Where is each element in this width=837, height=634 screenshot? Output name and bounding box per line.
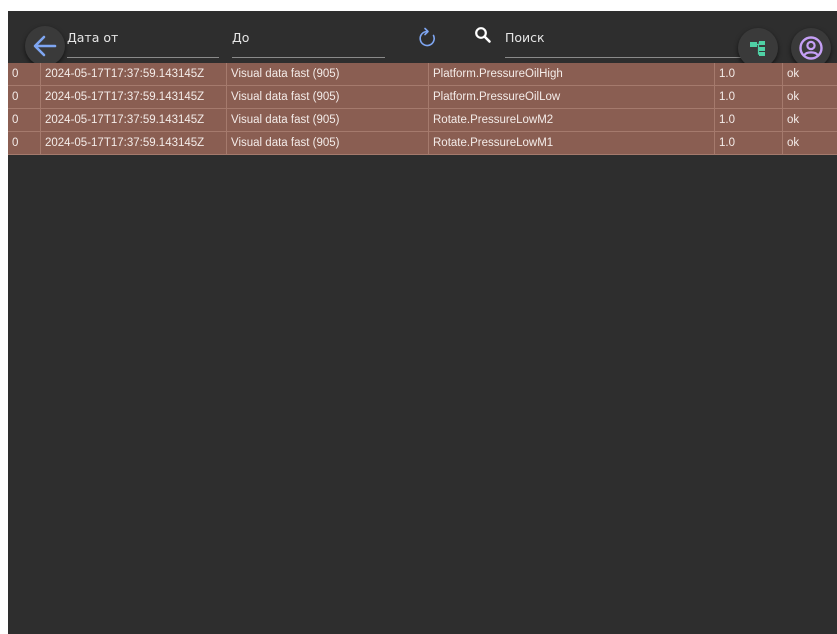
search-icon bbox=[475, 27, 491, 43]
cell-status: ok bbox=[782, 63, 837, 85]
refresh-icon bbox=[419, 27, 435, 47]
cell-tag: Platform.PressureOilLow bbox=[428, 86, 714, 108]
arrow-left-icon bbox=[33, 35, 57, 57]
cell-source: Visual data fast (905) bbox=[226, 86, 428, 108]
cell-source: Visual data fast (905) bbox=[226, 109, 428, 131]
cell-id: 0 bbox=[12, 137, 19, 149]
events-table: 0 2024-05-17T17:37:59.143145Z Visual dat… bbox=[8, 63, 837, 155]
cell-id: 0 bbox=[12, 91, 19, 103]
cell-id: 0 bbox=[12, 114, 19, 126]
date-from-field[interactable] bbox=[67, 21, 219, 58]
tree-structure-icon bbox=[750, 41, 765, 56]
search-field[interactable] bbox=[505, 21, 755, 58]
cell-status: ok bbox=[782, 86, 837, 108]
search-input[interactable] bbox=[505, 30, 755, 45]
cell-timestamp: 2024-05-17T17:37:59.143145Z bbox=[40, 63, 226, 85]
cell-tag: Platform.PressureOilHigh bbox=[428, 63, 714, 85]
cell-source: Visual data fast (905) bbox=[226, 132, 428, 154]
cell-source: Visual data fast (905) bbox=[226, 63, 428, 85]
refresh-button[interactable] bbox=[416, 24, 440, 52]
date-from-input[interactable] bbox=[67, 30, 219, 45]
cell-timestamp: 2024-05-17T17:37:59.143145Z bbox=[40, 132, 226, 154]
date-to-field[interactable] bbox=[232, 21, 385, 58]
cell-status: ok bbox=[782, 132, 837, 154]
date-to-input[interactable] bbox=[232, 30, 385, 45]
cell-status: ok bbox=[782, 109, 837, 131]
app-window: 0 2024-05-17T17:37:59.143145Z Visual dat… bbox=[8, 11, 837, 634]
cell-tag: Rotate.PressureLowM1 bbox=[428, 132, 714, 154]
user-account-button[interactable] bbox=[791, 28, 831, 68]
cell-value: 1.0 bbox=[714, 109, 782, 131]
back-button[interactable] bbox=[25, 26, 65, 66]
cell-value: 1.0 bbox=[714, 132, 782, 154]
table-row[interactable]: 0 2024-05-17T17:37:59.143145Z Visual dat… bbox=[8, 63, 837, 86]
table-row[interactable]: 0 2024-05-17T17:37:59.143145Z Visual dat… bbox=[8, 109, 837, 132]
cell-timestamp: 2024-05-17T17:37:59.143145Z bbox=[40, 109, 226, 131]
table-row[interactable]: 0 2024-05-17T17:37:59.143145Z Visual dat… bbox=[8, 86, 837, 109]
cell-timestamp: 2024-05-17T17:37:59.143145Z bbox=[40, 86, 226, 108]
user-account-icon bbox=[799, 36, 823, 60]
cell-tag: Rotate.PressureLowM2 bbox=[428, 109, 714, 131]
tree-view-button[interactable] bbox=[738, 28, 778, 68]
table-row[interactable]: 0 2024-05-17T17:37:59.143145Z Visual dat… bbox=[8, 132, 837, 155]
cell-value: 1.0 bbox=[714, 86, 782, 108]
cell-id: 0 bbox=[12, 68, 19, 80]
cell-value: 1.0 bbox=[714, 63, 782, 85]
